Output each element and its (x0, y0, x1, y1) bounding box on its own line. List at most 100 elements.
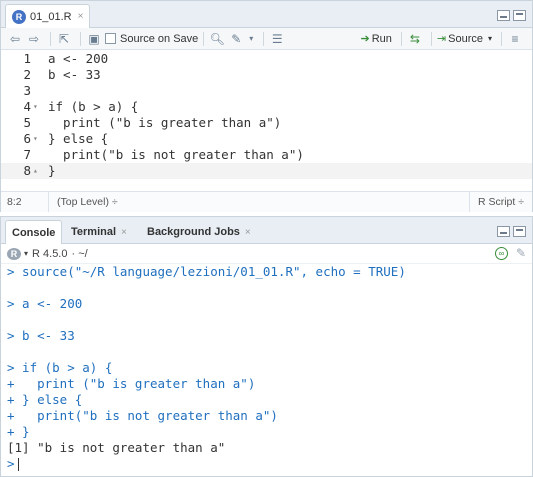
toolbar-divider (430, 31, 432, 46)
forward-arrow-icon[interactable]: ⇨ (26, 31, 42, 47)
scope-selector[interactable]: (Top Level) ÷ (49, 196, 469, 208)
editor-window-controls (497, 10, 526, 21)
maximize-pane-button[interactable] (513, 10, 526, 21)
close-icon[interactable]: × (121, 227, 127, 238)
fold-toggle-icon[interactable]: ▴ (33, 163, 38, 179)
console-line: > if (b > a) { (7, 360, 532, 376)
console-line: + print("b is not greater than a") (7, 408, 532, 424)
minimize-pane-button[interactable] (497, 10, 510, 21)
watch-icon[interactable]: ∞ (495, 247, 508, 260)
tab-terminal[interactable]: Terminal × (65, 220, 133, 244)
code-line[interactable]: 2 b <- 33 (1, 67, 532, 83)
file-type-selector[interactable]: R Script ÷ (468, 192, 532, 212)
code-text: a <- 200 (48, 51, 109, 66)
code-line[interactable]: 5 print ("b is greater than a") (1, 115, 532, 131)
run-button[interactable]: ➔ Run (360, 32, 392, 46)
line-number: 5 (23, 115, 31, 130)
line-number: 7 (23, 147, 31, 162)
cursor-position: 8:2 (1, 192, 49, 212)
code-text: if (b > a) { (48, 99, 139, 114)
source-arrow-icon: ⇥ (436, 33, 447, 45)
console-text: + print ("b is greater than a") (7, 376, 256, 391)
console-output[interactable]: > source("~/R language/lezioni/01_01.R",… (1, 264, 532, 472)
console-text: > if (b > a) { (7, 360, 113, 375)
save-icon[interactable]: ▣ (86, 31, 102, 47)
tab-label: Terminal (71, 226, 117, 238)
code-text: print("b is not greater than a") (48, 147, 304, 162)
console-tabbar: Console Terminal × Background Jobs × (1, 217, 532, 244)
line-number: 6 (23, 131, 31, 146)
editor-status-bar: 8:2 (Top Level) ÷ R Script ÷ (1, 191, 532, 212)
r-logo-icon: R (7, 247, 21, 260)
console-window-controls (497, 226, 526, 237)
console-line: + print ("b is greater than a") (7, 376, 532, 392)
text-cursor (17, 458, 19, 471)
code-text: b <- 33 (48, 67, 101, 82)
chevron-down-icon[interactable]: ▾ (24, 249, 28, 258)
toolbar-divider (501, 31, 502, 46)
source-button[interactable]: ⇥ Source ▾ (436, 32, 492, 46)
console-pane: Console Terminal × Background Jobs × R ▾… (0, 216, 533, 477)
console-line: > b <- 33 (7, 328, 532, 344)
run-label: Run (371, 32, 392, 45)
toolbar-divider (80, 31, 81, 46)
r-version: R 4.5.0 (32, 247, 68, 260)
code-line[interactable]: 7 print("b is not greater than a") (1, 147, 532, 163)
document-outline-icon[interactable]: ≡ (507, 31, 523, 47)
working-directory[interactable]: · ~/ (71, 248, 87, 260)
console-line: > a <- 200 (7, 296, 532, 312)
code-text: } (48, 163, 56, 178)
console-text: > b <- 33 (7, 328, 75, 343)
console-text: + print("b is not greater than a") (7, 408, 278, 423)
code-line[interactable]: 8 ▴} (1, 163, 532, 179)
console-line: + } else { (7, 392, 532, 408)
toolbar-divider (263, 31, 265, 46)
tab-background-jobs[interactable]: Background Jobs × (141, 220, 257, 244)
source-editor-pane: R 01_01.R × ⇦ ⇨ ⇱ ▣ Source on Save 🔍︎ ✎ … (0, 0, 533, 212)
clear-console-broom-icon[interactable]: ✎ (516, 246, 526, 260)
code-text: print ("b is greater than a") (48, 115, 282, 130)
run-arrow-icon: ➔ (360, 33, 370, 45)
console-text: + } else { (7, 392, 83, 407)
code-line[interactable]: 4 ▾ if (b > a) { (1, 99, 532, 115)
source-on-save-checkbox[interactable] (105, 33, 116, 44)
show-in-window-icon[interactable]: ⇱ (56, 31, 72, 47)
search-icon[interactable]: 🔍︎ (209, 31, 225, 47)
tab-01-01-r[interactable]: R 01_01.R × (5, 4, 91, 28)
toolbar-divider (203, 31, 205, 46)
code-editor[interactable]: 1a <- 200 2 b <- 33 3 4 ▾ if (b > a) {5 print … (1, 51, 532, 191)
compile-report-icon[interactable]: ☰ (269, 31, 285, 47)
tab-close-icon[interactable]: × (78, 11, 84, 22)
console-info-bar: R ▾ R 4.5.0 · ~/ ∞ ✎ (1, 244, 532, 264)
tab-label: Console (12, 226, 56, 239)
fold-toggle-icon[interactable]: ▾ (33, 99, 38, 115)
console-text: > source("~/R language/lezioni/01_01.R",… (7, 264, 406, 279)
maximize-pane-button[interactable] (513, 226, 526, 237)
close-icon[interactable]: × (245, 227, 251, 238)
tab-label: Background Jobs (147, 226, 240, 238)
console-prompt: > (7, 456, 532, 472)
chevron-down-icon: ▾ (487, 34, 492, 43)
source-on-save-label: Source on Save (120, 32, 199, 45)
toolbar-divider (50, 31, 51, 46)
rerun-icon[interactable]: ⇆ (407, 31, 423, 47)
source-label: Source (448, 32, 483, 45)
line-number: 3 (23, 83, 31, 98)
minimize-pane-button[interactable] (497, 226, 510, 237)
chevron-down-icon[interactable]: ▾ (247, 31, 255, 47)
code-line[interactable]: 3 (1, 83, 532, 99)
tab-console[interactable]: Console (5, 220, 63, 244)
fold-toggle-icon[interactable]: ▾ (33, 131, 38, 147)
console-line: [1] "b is not greater than a" (7, 440, 532, 456)
code-tools-wand-icon[interactable]: ✎ (228, 31, 244, 47)
code-line[interactable]: 1 a <- 200 (1, 51, 532, 67)
line-number: 2 (23, 67, 31, 82)
back-arrow-icon[interactable]: ⇦ (7, 31, 23, 47)
line-number: 1 (23, 51, 31, 66)
toolbar-divider (400, 31, 402, 46)
console-line: > source("~/R language/lezioni/01_01.R",… (7, 264, 532, 280)
console-text: + } (7, 424, 30, 439)
code-line[interactable]: 6 ▾} else { (1, 131, 532, 147)
